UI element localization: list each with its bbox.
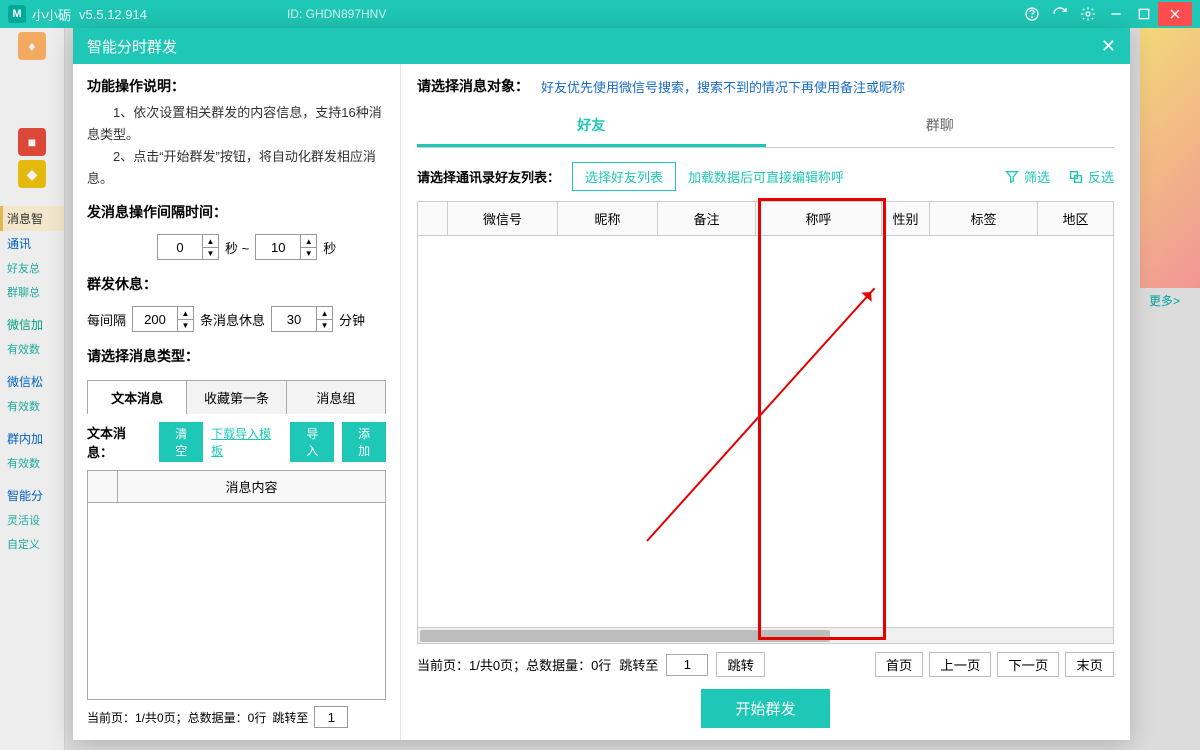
msg-jump-input[interactable]	[314, 706, 348, 728]
spin-down-icon[interactable]: ▼	[178, 320, 193, 332]
rest-sec-input[interactable]	[272, 307, 316, 331]
app-version: v5.5.12.914	[79, 7, 147, 22]
add-button[interactable]: 添加	[342, 422, 386, 462]
settings-icon[interactable]	[1074, 2, 1102, 26]
target-tabs: 好友 群聊	[417, 106, 1114, 148]
smart-broadcast-dialog: 智能分时群发 ✕ 功能操作说明： 1、依次设置相关群发的内容信息，支持16种消息…	[73, 28, 1130, 740]
instruction-line: 2、点击“开始群发”按钮，将自动化群发相应消息。	[87, 146, 386, 190]
spin-up-icon[interactable]: ▲	[301, 235, 316, 248]
interval-from-input[interactable]	[158, 235, 202, 259]
download-template-link[interactable]: 下载导入模板	[211, 425, 282, 459]
dialog-title: 智能分时群发	[87, 36, 177, 57]
message-toolbar: 文本消息： 清空 下载导入模板 导入 添加	[87, 414, 386, 470]
rest-every-stepper[interactable]: ▲▼	[132, 306, 194, 332]
msg-jump-label: 跳转至	[272, 709, 308, 726]
select-target-label: 请选择消息对象：	[417, 76, 529, 96]
rest-msg-label: 条消息休息	[200, 310, 265, 329]
msgtype-tabs: 文本消息 收藏第一条 消息组	[87, 380, 386, 414]
close-window-button[interactable]	[1158, 2, 1192, 26]
grid-pager: 当前页：1/共0页；总数据量：0行 跳转至 跳转 首页 上一页 下一页 末页	[417, 652, 1114, 677]
minimize-button[interactable]	[1102, 2, 1130, 26]
column-sex[interactable]: 性别	[882, 202, 930, 235]
prev-page-button[interactable]: 上一页	[929, 652, 991, 677]
rest-sec-stepper[interactable]: ▲▼	[271, 306, 333, 332]
first-page-button[interactable]: 首页	[875, 652, 924, 677]
tab-text-message[interactable]: 文本消息	[88, 381, 187, 414]
close-dialog-button[interactable]: ✕	[1101, 36, 1116, 57]
tab-message-group[interactable]: 消息组	[287, 381, 385, 414]
app-name: 小小砺	[32, 5, 71, 24]
instruction-line: 1、依次设置相关群发的内容信息，支持16种消息类型。	[87, 102, 386, 146]
column-wechat-id[interactable]: 微信号	[448, 202, 558, 235]
contact-list-label: 请选择通讯录好友列表：	[417, 167, 560, 186]
tab-friends[interactable]: 好友	[417, 106, 766, 147]
rest-title: 群发休息：	[87, 274, 386, 294]
invert-icon	[1068, 169, 1084, 185]
pager-info: 当前页：1/共0页；总数据量：0行	[417, 655, 611, 674]
horizontal-scrollbar[interactable]	[418, 627, 1113, 643]
column-remark[interactable]: 备注	[658, 202, 756, 235]
select-friend-list-button[interactable]: 选择好友列表	[572, 162, 676, 191]
maximize-button[interactable]	[1130, 2, 1158, 26]
spin-down-icon[interactable]: ▼	[301, 248, 316, 260]
grid-body	[418, 236, 1113, 627]
jump-page-input[interactable]	[666, 654, 708, 676]
jump-label: 跳转至	[619, 655, 658, 674]
app-titlebar: M 小小砺 v5.5.12.914 ID: GHDN897HNV	[0, 0, 1200, 28]
left-panel: 功能操作说明： 1、依次设置相关群发的内容信息，支持16种消息类型。 2、点击“…	[73, 64, 401, 740]
seconds-suffix-label: 秒	[323, 238, 336, 257]
scrollbar-thumb[interactable]	[420, 630, 830, 642]
grid-header: 微信号 昵称 备注 称呼 性别 标签 地区	[418, 202, 1113, 236]
filter-icon	[1004, 169, 1020, 185]
rest-every-input[interactable]	[133, 307, 177, 331]
column-area[interactable]: 地区	[1038, 202, 1113, 235]
msg-pager-info: 当前页：1/共0页；总数据量：0行	[87, 709, 266, 726]
spin-down-icon[interactable]: ▼	[203, 248, 218, 260]
app-id: ID: GHDN897HNV	[287, 7, 386, 21]
interval-from-stepper[interactable]: ▲▼	[157, 234, 219, 260]
message-table: 消息内容	[87, 470, 386, 700]
clear-button[interactable]: 清空	[159, 422, 203, 462]
column-call[interactable]: 称呼	[756, 202, 882, 235]
message-content-header: 消息内容	[118, 471, 385, 502]
message-pager: 当前页：1/共0页；总数据量：0行 跳转至	[87, 706, 386, 728]
instructions-title: 功能操作说明：	[87, 76, 386, 96]
next-page-button[interactable]: 下一页	[997, 652, 1059, 677]
message-table-body	[88, 503, 385, 699]
right-panel: 请选择消息对象： 好友优先使用微信号搜索，搜索不到的情况下再使用备注或昵称 好友…	[401, 64, 1130, 740]
interval-title: 发消息操作间隔时间：	[87, 202, 386, 222]
rest-minute-label: 分钟	[339, 310, 365, 329]
tab-groups[interactable]: 群聊	[766, 106, 1115, 147]
friend-grid: 微信号 昵称 备注 称呼 性别 标签 地区	[417, 201, 1114, 644]
start-broadcast-button[interactable]: 开始群发	[701, 689, 829, 728]
spin-up-icon[interactable]: ▲	[317, 307, 332, 320]
tab-favorite-first[interactable]: 收藏第一条	[187, 381, 286, 414]
after-load-hint: 加载数据后可直接编辑称呼	[688, 167, 844, 186]
column-tag[interactable]: 标签	[930, 202, 1038, 235]
interval-to-stepper[interactable]: ▲▼	[255, 234, 317, 260]
search-hint: 好友优先使用微信号搜索，搜索不到的情况下再使用备注或昵称	[541, 77, 905, 96]
last-page-button[interactable]: 末页	[1065, 652, 1114, 677]
refresh-icon[interactable]	[1046, 2, 1074, 26]
spin-up-icon[interactable]: ▲	[178, 307, 193, 320]
msgtype-title: 请选择消息类型：	[87, 346, 386, 366]
jump-button[interactable]: 跳转	[716, 652, 765, 677]
filter-button[interactable]: 筛选	[1004, 167, 1050, 186]
dialog-header: 智能分时群发 ✕	[73, 28, 1130, 64]
import-button[interactable]: 导入	[290, 422, 334, 462]
spin-up-icon[interactable]: ▲	[203, 235, 218, 248]
invert-select-button[interactable]: 反选	[1068, 167, 1114, 186]
interval-to-input[interactable]	[256, 235, 300, 259]
rest-every-label: 每间隔	[87, 310, 126, 329]
seconds-between-label: 秒 ~	[225, 238, 249, 257]
checkbox-column[interactable]	[418, 202, 448, 235]
column-nickname[interactable]: 昵称	[558, 202, 658, 235]
text-message-label: 文本消息：	[87, 423, 151, 461]
spin-down-icon[interactable]: ▼	[317, 320, 332, 332]
app-logo-icon: M	[8, 5, 26, 23]
help-icon[interactable]	[1018, 2, 1046, 26]
checkbox-header[interactable]	[88, 471, 118, 502]
